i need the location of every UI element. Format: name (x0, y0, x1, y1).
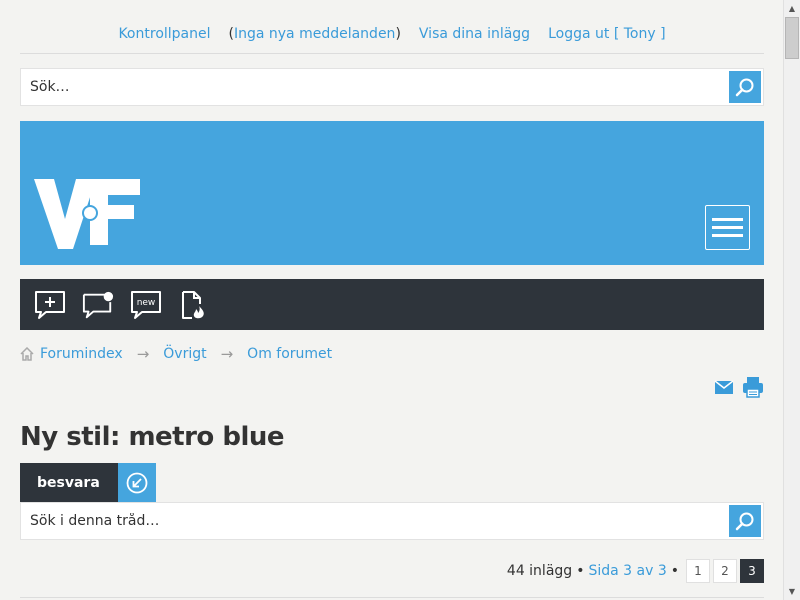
scrollbar-thumb[interactable] (785, 17, 799, 59)
logout-link[interactable]: Logga ut [ Tony ] (548, 26, 665, 42)
reply-button[interactable]: besvara (20, 463, 156, 502)
topic-title: Ny stil: metro blue (20, 422, 285, 452)
hot-topics-button[interactable] (178, 289, 210, 321)
email-icon (714, 380, 734, 394)
search-icon (735, 78, 754, 97)
home-icon (20, 347, 34, 361)
breadcrumb-ovrigt[interactable]: Övrigt (163, 346, 206, 362)
topic-search-input[interactable] (21, 503, 729, 539)
arrow-right-icon: → (220, 345, 234, 363)
hamburger-line (712, 218, 743, 221)
topic-search (20, 502, 764, 540)
page-3-button[interactable]: 3 (740, 559, 764, 583)
email-topic-button[interactable] (714, 379, 734, 399)
page-1-button[interactable]: 1 (686, 559, 710, 583)
user-links-bar: Kontrollpanel (Inga nya meddelanden) Vis… (20, 14, 764, 54)
vf-logo-icon (34, 179, 140, 249)
page-info-link[interactable]: Sida 3 av 3 (588, 563, 666, 579)
new-topics-icon: new (131, 290, 161, 319)
quick-links-toolbar: new (20, 279, 764, 330)
topic-actions (714, 376, 764, 402)
search-button[interactable] (729, 71, 761, 103)
reply-icon (126, 472, 148, 493)
breadcrumb-om-forumet[interactable]: Om forumet (247, 346, 332, 362)
scroll-up-arrow-icon[interactable]: ▲ (784, 0, 800, 17)
print-button[interactable] (742, 376, 764, 402)
new-topics-button[interactable]: new (130, 289, 162, 321)
notifications-button[interactable] (82, 289, 114, 321)
site-search (20, 68, 764, 106)
new-post-button[interactable] (34, 289, 66, 321)
search-input[interactable] (21, 69, 729, 105)
new-label: new (137, 298, 156, 308)
print-icon (743, 377, 763, 398)
view-posts-link[interactable]: Visa dina inlägg (419, 26, 530, 42)
scroll-down-arrow-icon[interactable]: ▼ (784, 583, 800, 600)
hot-topics-icon (182, 290, 204, 319)
menu-button[interactable] (705, 205, 750, 250)
breadcrumb-forumindex[interactable]: Forumindex (40, 346, 123, 362)
separator-dot: • (576, 563, 585, 579)
topic-search-button[interactable] (729, 505, 761, 537)
pagination: 44 inlägg • Sida 3 av 3 • 1 2 3 (507, 559, 764, 583)
messages-group: (Inga nya meddelanden) (228, 25, 401, 42)
hamburger-line (712, 226, 743, 229)
reply-icon-box (118, 463, 156, 502)
breadcrumb: Forumindex → Övrigt → Om forumet (20, 344, 332, 364)
separator-dot: • (670, 563, 679, 579)
header-banner (20, 121, 764, 265)
page-2-button[interactable]: 2 (713, 559, 737, 583)
post-count: 44 inlägg (506, 563, 573, 579)
new-post-icon (35, 290, 65, 319)
control-panel-link[interactable]: Kontrollpanel (118, 26, 210, 42)
no-new-messages-link[interactable]: Inga nya meddelanden (234, 26, 395, 42)
site-logo[interactable] (34, 177, 142, 255)
notification-icon (82, 291, 114, 318)
hamburger-line (712, 234, 743, 237)
arrow-right-icon: → (136, 345, 150, 363)
search-icon (735, 512, 754, 531)
reply-label: besvara (20, 463, 118, 502)
vertical-scrollbar[interactable]: ▲ ▼ (783, 0, 800, 600)
